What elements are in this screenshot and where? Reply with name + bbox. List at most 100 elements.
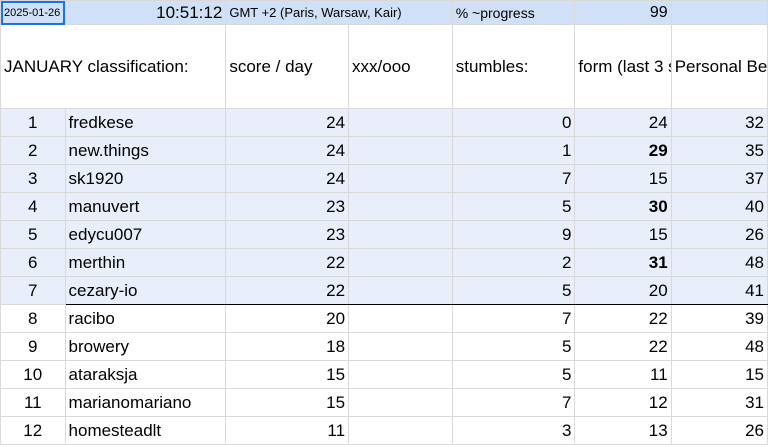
xxx-cell[interactable] (348, 192, 453, 221)
best-cell[interactable]: 48 (670, 332, 768, 361)
header-row: JANUARY classification: score / day xxx/… (0, 24, 768, 109)
player-name-cell[interactable]: manuvert (64, 192, 227, 221)
form-cell[interactable]: 24 (574, 108, 672, 137)
best-header-cell[interactable]: Personal Best (670, 24, 768, 109)
score-cell[interactable]: 23 (225, 192, 350, 221)
form-cell[interactable]: 20 (574, 276, 672, 305)
player-name-cell[interactable]: new.things (64, 136, 227, 165)
player-name-cell[interactable]: racibo (64, 304, 227, 333)
table-row: 12 homesteadlt 11 3 13 26 (0, 416, 768, 445)
player-name-cell[interactable]: ataraksja (64, 360, 227, 389)
form-cell[interactable]: 15 (574, 164, 672, 193)
score-cell[interactable]: 15 (225, 360, 350, 389)
stumbles-cell[interactable]: 3 (451, 416, 576, 445)
stumbles-cell[interactable]: 7 (451, 388, 576, 417)
rank-cell[interactable]: 9 (0, 332, 66, 361)
form-cell[interactable]: 22 (574, 304, 672, 333)
best-cell[interactable]: 26 (670, 416, 768, 445)
xxx-cell[interactable] (348, 248, 453, 277)
rank-cell[interactable]: 10 (0, 360, 66, 389)
rank-cell[interactable]: 6 (0, 248, 66, 277)
stumbles-header-cell[interactable]: stumbles: (451, 24, 576, 109)
xxx-cell[interactable] (348, 276, 453, 305)
selection-handle[interactable] (61, 21, 65, 24)
table-row: 9 browery 18 5 22 48 (0, 332, 768, 361)
best-cell[interactable]: 15 (670, 360, 768, 389)
rank-cell[interactable]: 1 (0, 108, 66, 137)
player-name-cell[interactable]: homesteadlt (64, 416, 227, 445)
rank-cell[interactable]: 12 (0, 416, 66, 445)
xxx-header-cell[interactable]: xxx/ooo (348, 24, 453, 109)
form-cell[interactable]: 13 (574, 416, 672, 445)
empty-cell[interactable] (670, 0, 768, 25)
xxx-cell[interactable] (348, 416, 453, 445)
stumbles-cell[interactable]: 5 (451, 360, 576, 389)
best-cell[interactable]: 39 (670, 304, 768, 333)
xxx-cell[interactable] (348, 136, 453, 165)
progress-label-cell[interactable]: % ~progress (451, 0, 576, 25)
form-cell[interactable]: 11 (574, 360, 672, 389)
stumbles-cell[interactable]: 7 (451, 304, 576, 333)
score-cell[interactable]: 15 (225, 388, 350, 417)
best-cell[interactable]: 48 (670, 248, 768, 277)
xxx-cell[interactable] (348, 304, 453, 333)
stumbles-cell[interactable]: 5 (451, 276, 576, 305)
form-cell[interactable]: 15 (574, 220, 672, 249)
rank-cell[interactable]: 2 (0, 136, 66, 165)
rank-cell[interactable]: 8 (0, 304, 66, 333)
rank-cell[interactable]: 7 (0, 276, 66, 305)
form-cell[interactable]: 12 (574, 388, 672, 417)
stumbles-cell[interactable]: 9 (451, 220, 576, 249)
score-cell[interactable]: 23 (225, 220, 350, 249)
score-cell[interactable]: 24 (225, 108, 350, 137)
xxx-cell[interactable] (348, 332, 453, 361)
player-name-cell[interactable]: browery (64, 332, 227, 361)
rank-cell[interactable]: 5 (0, 220, 66, 249)
best-cell[interactable]: 31 (670, 388, 768, 417)
best-cell[interactable]: 26 (670, 220, 768, 249)
score-cell[interactable]: 22 (225, 248, 350, 277)
best-cell[interactable]: 37 (670, 164, 768, 193)
stumbles-cell[interactable]: 7 (451, 164, 576, 193)
form-cell[interactable]: 31 (574, 248, 672, 277)
stumbles-cell[interactable]: 2 (451, 248, 576, 277)
form-cell[interactable]: 30 (574, 192, 672, 221)
best-cell[interactable]: 32 (670, 108, 768, 137)
xxx-cell[interactable] (348, 164, 453, 193)
rank-cell[interactable]: 11 (0, 388, 66, 417)
timezone-cell[interactable]: GMT +2 (Paris, Warsaw, Kair) (225, 0, 453, 25)
stumbles-cell[interactable]: 1 (451, 136, 576, 165)
date-cell[interactable]: 2025-01-26 (0, 0, 66, 25)
score-cell[interactable]: 22 (225, 276, 350, 305)
player-name-cell[interactable]: cezary-io (64, 276, 227, 305)
xxx-cell[interactable] (348, 360, 453, 389)
time-cell[interactable]: 10:51:12 (64, 0, 227, 25)
classification-title-cell[interactable]: JANUARY classification: (0, 24, 227, 109)
score-cell[interactable]: 24 (225, 164, 350, 193)
stumbles-cell[interactable]: 5 (451, 332, 576, 361)
form-header-cell[interactable]: form (last 3 scores avg) (574, 24, 672, 109)
xxx-cell[interactable] (348, 388, 453, 417)
xxx-cell[interactable] (348, 108, 453, 137)
form-cell[interactable]: 22 (574, 332, 672, 361)
rank-cell[interactable]: 3 (0, 164, 66, 193)
xxx-cell[interactable] (348, 220, 453, 249)
best-cell[interactable]: 41 (670, 276, 768, 305)
player-name-cell[interactable]: edycu007 (64, 220, 227, 249)
rank-cell[interactable]: 4 (0, 192, 66, 221)
stumbles-cell[interactable]: 0 (451, 108, 576, 137)
progress-value-cell[interactable]: 99 (574, 0, 672, 25)
player-name-cell[interactable]: sk1920 (64, 164, 227, 193)
best-cell[interactable]: 35 (670, 136, 768, 165)
player-name-cell[interactable]: merthin (64, 248, 227, 277)
score-cell[interactable]: 20 (225, 304, 350, 333)
player-name-cell[interactable]: fredkese (64, 108, 227, 137)
score-cell[interactable]: 24 (225, 136, 350, 165)
score-header-cell[interactable]: score / day (225, 24, 350, 109)
best-cell[interactable]: 40 (670, 192, 768, 221)
score-cell[interactable]: 11 (225, 416, 350, 445)
score-cell[interactable]: 18 (225, 332, 350, 361)
form-cell[interactable]: 29 (574, 136, 672, 165)
stumbles-cell[interactable]: 5 (451, 192, 576, 221)
player-name-cell[interactable]: marianomariano (64, 388, 227, 417)
